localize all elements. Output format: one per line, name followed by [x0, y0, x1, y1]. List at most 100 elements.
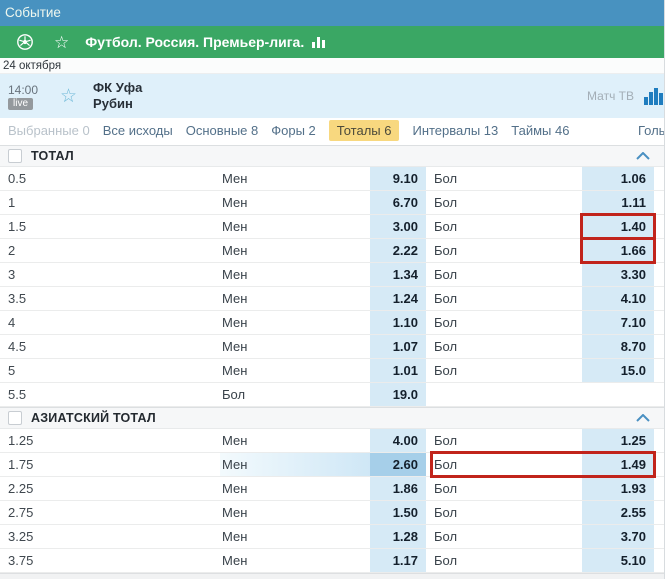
outcome-over[interactable]: Бол 1.93 — [432, 477, 654, 500]
outcome-label: Бол — [432, 335, 582, 358]
tab-intervals[interactable]: Интервалы 13 — [412, 123, 498, 138]
odds-value: 1.86 — [370, 477, 426, 500]
outcome-label: Бол — [432, 287, 582, 310]
outcome-under[interactable]: Мен 6.70 — [220, 191, 426, 214]
odds-value: 1.10 — [370, 311, 426, 334]
section-title: АЗИАТСКИЙ ТОТАЛ — [31, 411, 156, 425]
chevron-up-icon[interactable] — [636, 414, 650, 422]
outcome-under[interactable]: Мен 1.01 — [220, 359, 426, 382]
league-stats-icon[interactable] — [312, 36, 326, 48]
next-section-edge — [0, 573, 664, 579]
tab-main[interactable]: Основные 8 — [186, 123, 259, 138]
line-value: 1.25 — [0, 429, 220, 452]
outcome-label: Мен — [220, 429, 370, 452]
outcome-over[interactable]: Бол 4.10 — [432, 287, 654, 310]
section-body: 0.5 Мен 9.10 Бол 1.06 1 Мен 6.70 Бол 1.1… — [0, 167, 664, 407]
outcome-under[interactable]: Мен 1.24 — [220, 287, 426, 310]
odds-value: 1.66 — [582, 239, 654, 262]
tab-label: Форы 2 — [271, 123, 316, 138]
line-value: 5 — [0, 359, 220, 382]
line-value: 2.75 — [0, 501, 220, 524]
live-badge: live — [8, 98, 33, 110]
line-value: 3.5 — [0, 287, 220, 310]
outcome-over[interactable]: Бол 3.30 — [432, 263, 654, 286]
total-row: 1.75 Мен 2.60 Бол 1.49 — [0, 453, 664, 477]
outcome-over[interactable]: Бол 3.70 — [432, 525, 654, 548]
outcome-under[interactable]: Мен 1.10 — [220, 311, 426, 334]
section-checkbox[interactable] — [8, 149, 22, 163]
outcome-over[interactable]: Бол 7.10 — [432, 311, 654, 334]
outcome-over[interactable]: Бол 19.0 — [220, 383, 426, 406]
date-label: 24 октября — [3, 60, 61, 72]
total-row: 4 Мен 1.10 Бол 7.10 — [0, 311, 664, 335]
outcome-under[interactable]: Мен 1.07 — [220, 335, 426, 358]
outcome-under[interactable]: Мен 1.17 — [220, 549, 426, 572]
total-row: 1.25 Мен 4.00 Бол 1.25 — [0, 429, 664, 453]
odds-value: 1.40 — [582, 215, 654, 238]
outcome-label: Бол — [432, 191, 582, 214]
outcome-label: Мен — [220, 167, 370, 190]
outcome-under[interactable]: Мен 1.34 — [220, 263, 426, 286]
outcome-label: Бол — [220, 383, 370, 406]
tab-totals[interactable]: Тоталы 6 — [329, 120, 400, 141]
outcome-under[interactable]: Мен 1.50 — [220, 501, 426, 524]
total-row: 0.5 Мен 9.10 Бол 1.06 — [0, 167, 664, 191]
outcome-label: Мен — [220, 501, 370, 524]
odds-value: 1.49 — [582, 453, 654, 476]
section-title: ТОТАЛ — [31, 149, 74, 163]
odds-value: 1.06 — [582, 167, 654, 190]
tab-halves[interactable]: Таймы 46 — [511, 123, 569, 138]
team-names[interactable]: ФК Уфа Рубин — [93, 80, 142, 112]
date-row: 24 октября — [0, 58, 664, 74]
tab-selected[interactable]: Выбранные 0 — [8, 123, 90, 138]
football-icon — [16, 33, 34, 51]
outcome-under[interactable]: Мен 1.86 — [220, 477, 426, 500]
tab-goals[interactable]: Голы — [638, 123, 665, 138]
outcome-label: Бол — [432, 501, 582, 524]
outcome-under[interactable]: Мен 2.60 — [220, 453, 426, 476]
odds-value: 1.25 — [582, 429, 654, 452]
event-header-bar: Событие — [0, 0, 664, 26]
outcome-label: Бол — [432, 239, 582, 262]
tab-all-outcomes[interactable]: Все исходы — [103, 123, 173, 138]
total-row: 4.5 Мен 1.07 Бол 8.70 — [0, 335, 664, 359]
outcome-over[interactable]: Бол 1.66 — [432, 239, 654, 262]
line-value: 3.25 — [0, 525, 220, 548]
favorite-match-star-icon[interactable]: ☆ — [60, 87, 77, 106]
market-tabs: Выбранные 0 Все исходы Основные 8 Форы 2… — [0, 118, 664, 143]
league-title[interactable]: Футбол. Россия. Премьер-лига. — [85, 34, 304, 50]
outcome-under[interactable]: Мен 2.22 — [220, 239, 426, 262]
odds-value: 3.00 — [370, 215, 426, 238]
chevron-up-icon[interactable] — [636, 152, 650, 160]
outcome-label: Бол — [432, 549, 582, 572]
outcome-under[interactable]: Мен 4.00 — [220, 429, 426, 452]
outcome-over[interactable]: Бол 5.10 — [432, 549, 654, 572]
outcome-under[interactable]: Мен 1.28 — [220, 525, 426, 548]
outcome-over[interactable]: Бол 1.11 — [432, 191, 654, 214]
outcome-under[interactable]: Мен 9.10 — [220, 167, 426, 190]
total-row: 3.5 Мен 1.24 Бол 4.10 — [0, 287, 664, 311]
outcome-over[interactable]: Бол 2.55 — [432, 501, 654, 524]
outcome-over[interactable]: Бол 1.40 — [432, 215, 654, 238]
outcome-over[interactable]: Бол 1.06 — [432, 167, 654, 190]
favorite-league-star-icon[interactable]: ☆ — [54, 34, 69, 51]
total-row: 2.75 Мен 1.50 Бол 2.55 — [0, 501, 664, 525]
odds-value: 8.70 — [582, 335, 654, 358]
outcome-under[interactable]: Мен 3.00 — [220, 215, 426, 238]
outcome-over[interactable]: Бол 15.0 — [432, 359, 654, 382]
line-value: 1.75 — [0, 453, 220, 476]
section-checkbox[interactable] — [8, 411, 22, 425]
match-stats-icon[interactable] — [644, 88, 664, 105]
section-body: 1.25 Мен 4.00 Бол 1.25 1.75 Мен 2.60 Бол… — [0, 429, 664, 573]
total-row: 2 Мен 2.22 Бол 1.66 — [0, 239, 664, 263]
outcome-label: Бол — [432, 525, 582, 548]
cell-gap — [426, 383, 432, 406]
outcome-label: Мен — [220, 311, 370, 334]
outcome-over[interactable]: Бол 1.25 — [432, 429, 654, 452]
outcome-over[interactable]: Бол 8.70 — [432, 335, 654, 358]
tab-handicaps[interactable]: Форы 2 — [271, 123, 316, 138]
odds-value: 5.10 — [582, 549, 654, 572]
outcome-over[interactable]: Бол 1.49 — [432, 453, 654, 476]
outcome-label: Бол — [432, 215, 582, 238]
total-row: 1 Мен 6.70 Бол 1.11 — [0, 191, 664, 215]
